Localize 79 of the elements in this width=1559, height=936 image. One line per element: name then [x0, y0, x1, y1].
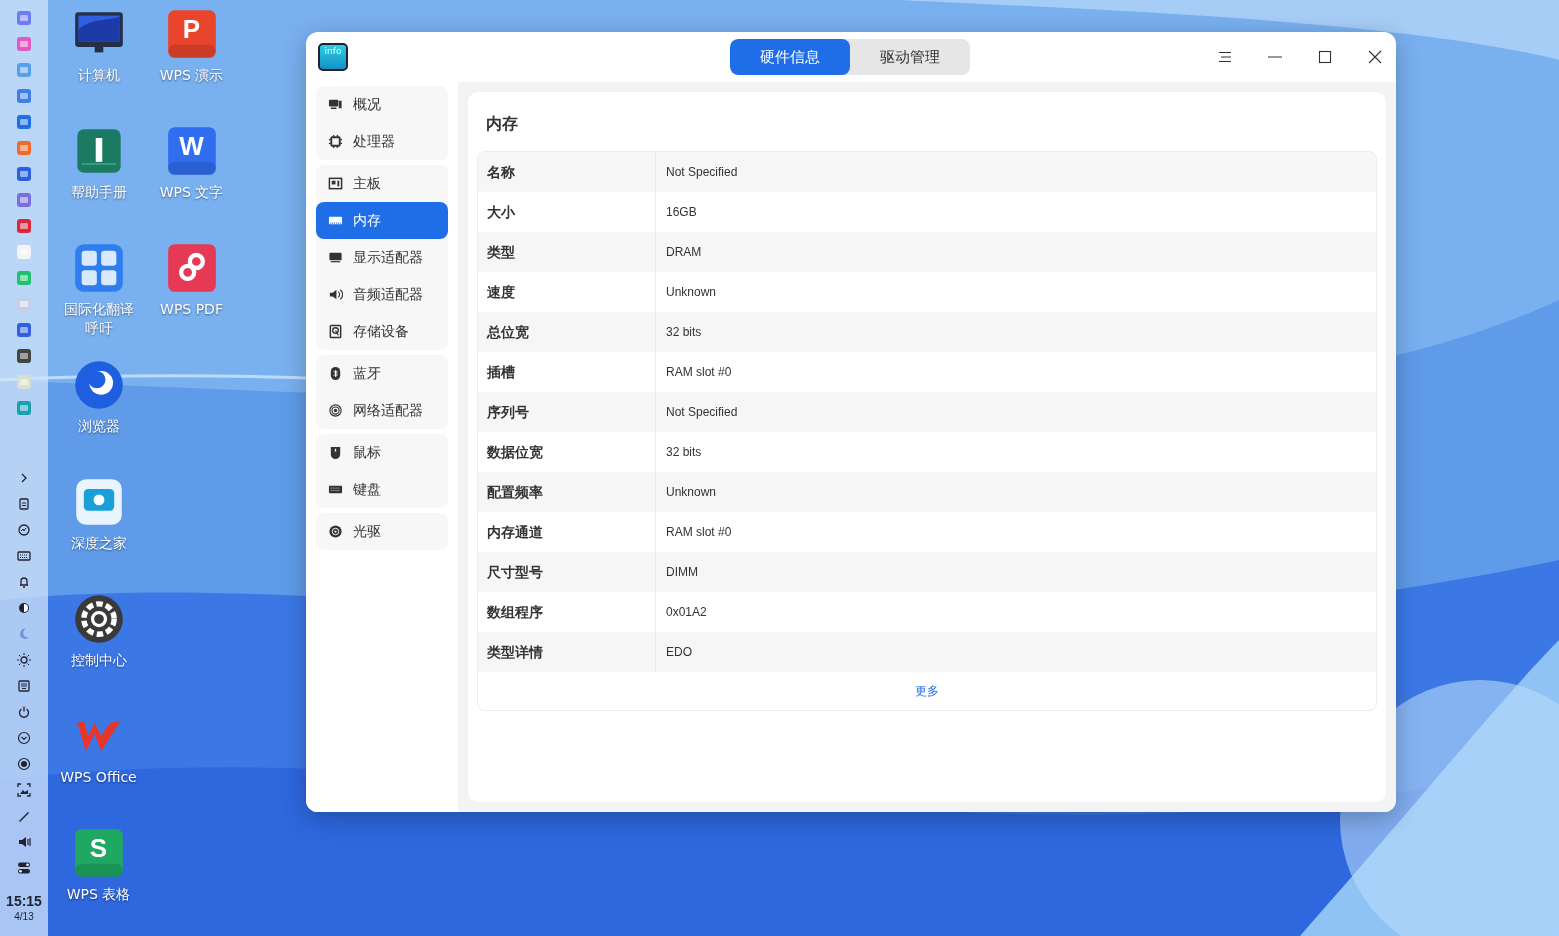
table-cell-text: Not Specified — [665, 165, 738, 179]
table-cell: 类型详情 — [478, 632, 656, 672]
sidebar-item[interactable]: 主板 — [316, 165, 448, 202]
tab[interactable]: 硬件信息 — [730, 39, 850, 75]
toggle-icon[interactable] — [17, 861, 31, 875]
menu-icon[interactable] — [1218, 50, 1232, 64]
board-icon — [328, 176, 343, 191]
display-icon — [328, 250, 343, 265]
app-icon[interactable] — [72, 593, 125, 645]
gauge-icon[interactable] — [17, 523, 31, 537]
more-link[interactable]: 更多 — [915, 682, 939, 700]
screenshot-icon[interactable] — [17, 783, 31, 797]
sidebar-item[interactable]: 音频适配器 — [316, 276, 448, 313]
app-label[interactable]: WPS Office — [58, 768, 139, 787]
table-cell-text: 32 bits — [665, 445, 702, 459]
logo-letter: P — [182, 14, 201, 44]
clipboard-icon[interactable] — [17, 497, 31, 511]
bluetooth-icon — [328, 366, 343, 381]
tab[interactable]: 驱动管理 — [850, 39, 970, 75]
clock-time: 15:15 — [6, 893, 42, 909]
sidebar-item[interactable]: 显示适配器 — [316, 239, 448, 276]
chevron-down-icon[interactable] — [17, 731, 31, 745]
sidebar-item[interactable]: 概况 — [316, 86, 448, 123]
sidebar-item[interactable]: 键盘 — [316, 471, 448, 508]
table-cell: 尺寸型号 — [478, 552, 656, 592]
keyboard-icon[interactable] — [17, 679, 31, 693]
table-cell-text: RAM slot #0 — [665, 525, 732, 539]
table-cell: 名称 — [478, 152, 656, 192]
sidebar-item[interactable]: 存储设备 — [316, 313, 448, 350]
table-cell: 总位宽 — [478, 312, 656, 352]
clock-date: 4/13 — [14, 911, 34, 922]
app-label[interactable]: WPS 表格 — [58, 885, 139, 904]
chip-icon — [328, 134, 343, 149]
table-cell-text: 16GB — [665, 205, 697, 219]
speaker-icon — [328, 287, 343, 302]
table-cell: 类型 — [478, 232, 656, 272]
app-label[interactable]: 深度之家 — [58, 534, 139, 553]
maximize-icon[interactable] — [1318, 50, 1332, 64]
sidebar-item[interactable]: 鼠标 — [316, 434, 448, 471]
table-cell-text: DIMM — [665, 565, 698, 579]
sidebar-item[interactable]: 网络适配器 — [316, 392, 448, 429]
table-cell-text: 0x01A2 — [665, 605, 707, 619]
table-cell: 序列号 — [478, 392, 656, 432]
logo-letter: S — [89, 833, 108, 863]
app-icon[interactable] — [16, 348, 32, 364]
computer-icon — [328, 97, 343, 112]
section-title: 内存 — [486, 114, 519, 135]
table-cell-text: DRAM — [665, 245, 702, 259]
sidebar-item[interactable]: 内存 — [316, 202, 448, 239]
table-cell-text: RAM slot #0 — [665, 365, 732, 379]
disc-icon — [328, 524, 343, 539]
table-cell-text: Unknown — [665, 485, 717, 499]
logo-letter: W — [179, 131, 204, 161]
table-cell-text: EDO — [665, 645, 692, 659]
app-icon[interactable] — [165, 125, 218, 177]
app-logo: info — [318, 43, 348, 71]
keyboard-icon[interactable] — [17, 549, 31, 563]
sidebar-item[interactable]: 光驱 — [316, 513, 448, 550]
app-icon[interactable] — [72, 359, 125, 411]
sidebar-item[interactable]: 处理器 — [316, 123, 448, 160]
table-cell-text: Unknown — [665, 285, 717, 299]
table-cell-text: Not Specified — [665, 405, 738, 419]
signal-icon — [328, 403, 343, 418]
app-icon[interactable] — [165, 8, 218, 60]
app-icon[interactable] — [72, 827, 125, 879]
speaker-icon[interactable] — [17, 835, 31, 849]
power-icon[interactable] — [17, 705, 31, 719]
mouse-icon — [328, 445, 343, 460]
bell-icon[interactable] — [17, 575, 31, 589]
sidebar-item[interactable]: 蓝牙 — [316, 355, 448, 392]
record-icon[interactable] — [17, 757, 31, 771]
table-cell: 配置频率 — [478, 472, 656, 512]
brightness-icon[interactable] — [17, 653, 31, 667]
pen-icon[interactable] — [17, 809, 31, 823]
table-cell-text: 32 bits — [665, 325, 702, 339]
app-label[interactable]: 控制中心 — [58, 651, 139, 670]
app-label[interactable]: 浏览器 — [58, 417, 139, 436]
close-icon[interactable] — [1368, 50, 1382, 64]
contrast-icon[interactable] — [17, 601, 31, 615]
